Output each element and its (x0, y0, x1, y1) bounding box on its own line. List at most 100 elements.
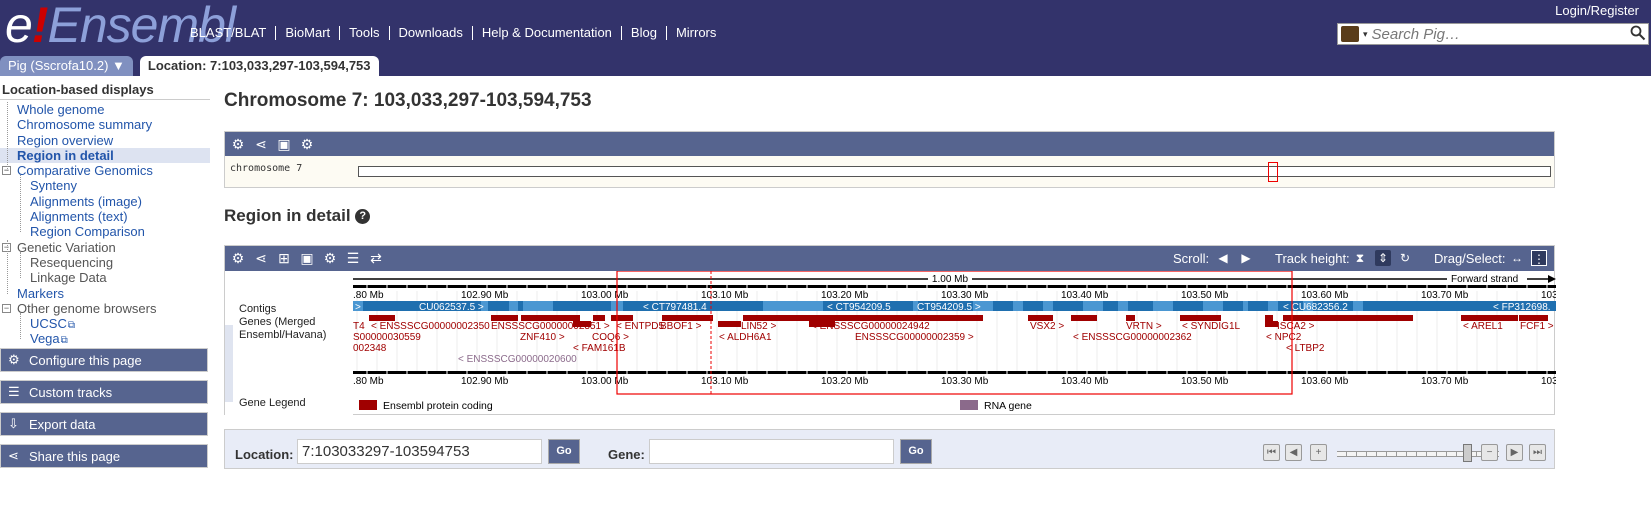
sidebar-item-label[interactable]: Region in detail (17, 148, 114, 163)
scale-tick-label: 103.20 Mb (821, 290, 869, 301)
gear-icon: ⚙ (8, 352, 20, 367)
configure-label: Configure this page (29, 352, 142, 368)
gene-bar (718, 321, 741, 327)
contig-label: < CT797481.4 (643, 302, 707, 313)
tracks-icon[interactable]: ☰ (344, 249, 362, 267)
share-icon[interactable]: ⋖ (252, 249, 270, 267)
image-icon[interactable]: ▣ (298, 249, 316, 267)
sidebar-item-ucsc[interactable]: UCSC⧉ (0, 316, 210, 331)
gene-label: ISCA2 > (1277, 321, 1315, 332)
auto-height-icon[interactable]: ⇕ (1375, 250, 1391, 266)
zoom-slider-thumb[interactable] (1463, 444, 1472, 462)
sidebar-item-label[interactable]: Region overview (17, 133, 113, 148)
help-icon[interactable]: ? (355, 209, 371, 224)
config-icon[interactable]: ⚙ (298, 135, 316, 153)
resize-icon[interactable]: ⊞ (275, 249, 293, 267)
contig-segment (1043, 301, 1053, 311)
sidebar-item-label[interactable]: Region Comparison (30, 224, 145, 239)
sidebar-item-vega[interactable]: Vega⧉ (0, 331, 210, 346)
gene-label: < ENSSSCG00000024942 (811, 321, 930, 332)
section-title: Region in detail ? (224, 206, 371, 226)
search-box[interactable]: ▾ Search Pig… (1337, 23, 1649, 45)
track-height-icon[interactable]: ⧗ (1352, 250, 1368, 266)
chevron-down-icon[interactable]: ▾ (1363, 29, 1368, 40)
gear-icon[interactable]: ⚙ (229, 249, 247, 267)
step-left-icon[interactable]: ◀ (1285, 444, 1302, 461)
sidebar-item-label[interactable]: Synteny (30, 178, 77, 193)
sidebar-item-label[interactable]: Whole genome (17, 102, 104, 117)
scale-tick-label: 103.60 Mb (1301, 376, 1349, 387)
scroll-left-icon[interactable]: ◀ (1215, 250, 1231, 266)
sidebar-item-comparative-genomics[interactable]: Comparative Genomics − (0, 163, 210, 178)
chromosome-label: chromosome 7 (230, 163, 303, 174)
nav-downloads[interactable]: Downloads (388, 26, 472, 40)
login-link[interactable]: Login/Register (1555, 3, 1639, 18)
location-go-button[interactable]: Go (548, 439, 580, 464)
nav-blog[interactable]: Blog (620, 26, 666, 40)
sidebar-item-label[interactable]: Markers (17, 286, 64, 301)
tab-location[interactable]: Location: 7:103,033,297-103,594,753 (139, 56, 379, 76)
search-icon[interactable] (1630, 25, 1646, 41)
track-drag-handles[interactable] (225, 325, 233, 402)
sidebar-item-chromosome-summary[interactable]: Chromosome summary (0, 117, 210, 132)
sidebar-item-alignments-text-[interactable]: Alignments (text) (0, 209, 210, 224)
nav-help[interactable]: Help & Documentation (471, 26, 621, 40)
sidebar-item-label[interactable]: Vega (30, 331, 60, 346)
configure-page-button[interactable]: ⚙ Configure this page (0, 348, 208, 372)
sidebar-item-markers[interactable]: Markers (0, 286, 210, 301)
sidebar-item-whole-genome[interactable]: Whole genome (0, 102, 210, 117)
gene-go-button[interactable]: Go (900, 439, 932, 464)
location-input[interactable]: 7:103033297-103594753 (297, 439, 542, 464)
image-icon[interactable]: ▣ (275, 135, 293, 153)
sidebar-item-region-in-detail[interactable]: Region in detail (0, 147, 210, 164)
nav-blast[interactable]: BLAST/BLAT (190, 26, 275, 40)
chromosome-ideogram[interactable] (358, 166, 1551, 177)
search-input[interactable]: Search Pig… (1372, 26, 1648, 43)
species-icon[interactable] (1341, 26, 1359, 42)
swap-icon[interactable]: ⇄ (367, 249, 385, 267)
sidebar-item-region-overview[interactable]: Region overview (0, 133, 210, 148)
zoom-out-icon[interactable]: − (1481, 444, 1498, 461)
reset-icon[interactable]: ↻ (1397, 250, 1413, 266)
config-icon[interactable]: ⚙ (321, 249, 339, 267)
select-icon[interactable]: ⋮ (1531, 250, 1547, 266)
sidebar-item-label[interactable]: UCSC (30, 316, 67, 331)
scale-bar-top (353, 285, 1556, 288)
region-image[interactable]: .80 Mb 102.90 Mb 103.00 Mb 103.10 Mb 103.20 … (353, 271, 1556, 416)
step-right-icon[interactable]: ▶ (1506, 444, 1523, 461)
tab-species[interactable]: Pig (Sscrofa10.2) ▼ (0, 56, 133, 76)
drag-select-label: Drag/Select: (1434, 251, 1506, 266)
contig-segment (1268, 301, 1278, 311)
gene-input[interactable] (649, 439, 894, 464)
nav-tools[interactable]: Tools (339, 26, 388, 40)
drag-icon[interactable]: ↔ (1509, 250, 1525, 266)
share-icon[interactable]: ⋖ (252, 135, 270, 153)
gene-bar (1071, 315, 1097, 321)
zoom-in-icon[interactable]: + (1310, 444, 1327, 461)
contig-segment (763, 301, 823, 311)
nav-biomart[interactable]: BioMart (275, 26, 339, 40)
genes-track-label-2: Ensembl/Havana) (239, 329, 327, 341)
zoom-slider[interactable] (1337, 451, 1499, 457)
sidebar-item-region-comparison[interactable]: Region Comparison (0, 224, 210, 239)
jump-right-icon[interactable]: ⏭ (1529, 444, 1546, 461)
sidebar-item-label[interactable]: Comparative Genomics (17, 163, 153, 178)
collapse-icon[interactable]: − (2, 303, 11, 313)
sidebar-item-label[interactable]: Alignments (text) (30, 209, 128, 224)
main-nav: BLAST/BLAT BioMart Tools Downloads Help … (190, 26, 725, 40)
sidebar-item-alignments-image-[interactable]: Alignments (image) (0, 194, 210, 209)
nav-mirrors[interactable]: Mirrors (665, 26, 725, 40)
strand-label: Forward strand (1451, 274, 1518, 285)
export-data-button[interactable]: ⇩ Export data (0, 412, 208, 436)
gear-icon[interactable]: ⚙ (229, 135, 247, 153)
sidebar-item-label[interactable]: Alignments (image) (30, 194, 142, 209)
sidebar-item-label: Linkage Data (30, 270, 107, 286)
sidebar-tree: Whole genome Chromosome summary Region ove… (0, 102, 210, 346)
custom-tracks-button[interactable]: ☰ Custom tracks (0, 380, 208, 404)
sidebar-item-synteny[interactable]: Synteny (0, 178, 210, 193)
jump-left-icon[interactable]: ⏮ (1263, 444, 1280, 461)
contig-segment (509, 301, 518, 311)
share-page-button[interactable]: ⋖ Share this page (0, 444, 208, 468)
scroll-right-icon[interactable]: ▶ (1238, 250, 1254, 266)
sidebar-item-label[interactable]: Chromosome summary (17, 117, 152, 132)
